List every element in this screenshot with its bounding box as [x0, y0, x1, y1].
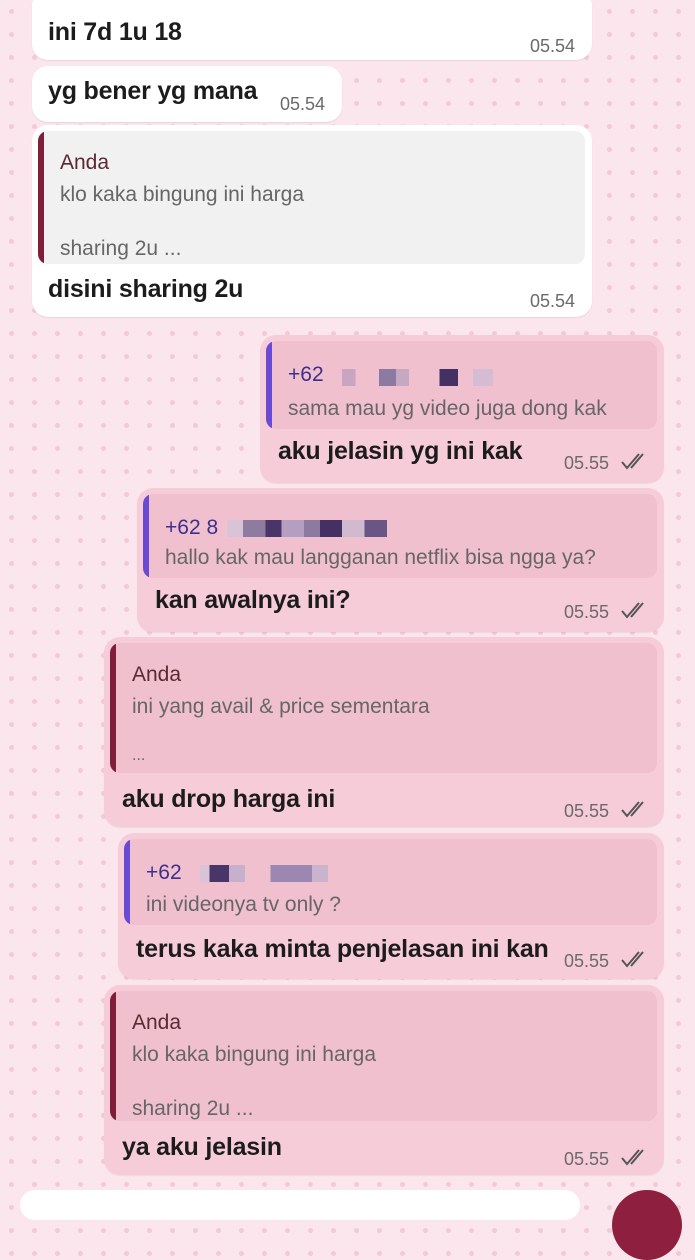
quote-bar	[266, 341, 272, 429]
quote-author: +62	[288, 363, 324, 386]
quoted-message[interactable]: +62 sama mau yg video juga dong kak	[266, 341, 657, 429]
send-icon[interactable]	[612, 1190, 682, 1260]
redacted-number	[342, 369, 510, 386]
quote-bar	[110, 991, 116, 1121]
message-time: 05.55	[564, 602, 610, 622]
message-time: 05.54	[530, 291, 576, 311]
quote-author: Anda	[60, 151, 110, 174]
quote-text: hallo kak mau langganan netflix bisa ngg…	[165, 546, 596, 569]
quote-text: sharing 2u ...	[132, 1097, 254, 1120]
message-text: ya aku jelasin	[122, 1133, 282, 1161]
quote-bar	[110, 643, 116, 773]
quoted-message[interactable]: Anda klo kaka bingung ini harga sharing …	[110, 991, 657, 1121]
message-text: ini 7d 1u 18	[48, 18, 182, 46]
message-bubble-outgoing[interactable]: Anda klo kaka bingung ini harga sharing …	[104, 985, 664, 1175]
double-check-icon	[621, 951, 644, 968]
double-check-icon	[621, 602, 644, 619]
quote-bar	[124, 839, 130, 925]
redacted-number	[200, 865, 360, 882]
message-text: aku jelasin yg ini kak	[278, 437, 523, 465]
message-text: yg bener yg mana	[48, 77, 258, 105]
message-text: kan awalnya ini?	[155, 586, 351, 614]
quote-text: sama mau yg video juga dong kak	[288, 397, 607, 420]
message-bubble-incoming[interactable]: Anda klo kaka bingung ini harga sharing …	[32, 125, 592, 317]
quote-author: +62	[146, 861, 182, 884]
quote-author: +62 8	[165, 516, 219, 539]
redacted-number	[227, 520, 387, 537]
message-time: 05.55	[564, 951, 610, 971]
message-bubble-outgoing[interactable]: Anda ini yang avail & price sementara ..…	[104, 637, 664, 827]
message-bubble-incoming[interactable]: yg bener yg mana 05.54	[32, 66, 342, 122]
message-bubble-outgoing[interactable]: +62 8 hallo kak mau langganan netflix bi…	[137, 488, 664, 632]
quoted-message[interactable]: +62 ini videonya tv only ?	[124, 839, 657, 925]
message-time: 05.55	[564, 1149, 610, 1169]
double-check-icon	[621, 801, 644, 818]
message-text: disini sharing 2u	[48, 275, 244, 303]
message-time: 05.54	[280, 94, 326, 114]
quoted-message[interactable]: +62 8 hallo kak mau langganan netflix bi…	[143, 494, 657, 578]
quote-text: sharing 2u ...	[60, 237, 182, 260]
message-bubble-outgoing[interactable]: +62 ini videonya tv only ? terus kaka mi…	[118, 833, 664, 979]
message-time: 05.54	[530, 36, 576, 56]
message-time: 05.55	[564, 801, 610, 821]
message-input-bar[interactable]	[20, 1190, 580, 1220]
message-time: 05.55	[564, 453, 610, 473]
double-check-icon	[621, 1149, 644, 1166]
quote-author: Anda	[132, 663, 182, 686]
quote-bar	[38, 131, 44, 264]
double-check-icon	[621, 453, 644, 470]
quote-bar	[143, 494, 149, 578]
message-bubble-incoming[interactable]: ini 7d 1u 18 05.54	[32, 0, 592, 60]
message-text: aku drop harga ini	[122, 785, 336, 813]
quote-text: ...	[132, 747, 146, 764]
message-text: terus kaka minta penjelasan ini kan	[136, 935, 549, 963]
quote-text: klo kaka bingung ini harga	[132, 1043, 377, 1066]
quoted-message[interactable]: Anda ini yang avail & price sementara ..…	[110, 643, 657, 773]
quote-text: ini videonya tv only ?	[146, 893, 341, 916]
quote-author: Anda	[132, 1011, 182, 1034]
quote-text: ini yang avail & price sementara	[132, 695, 430, 718]
message-bubble-outgoing[interactable]: +62 sama mau yg video juga dong kak aku …	[260, 335, 664, 483]
quoted-message[interactable]: Anda klo kaka bingung ini harga sharing …	[38, 131, 585, 264]
quote-text: klo kaka bingung ini harga	[60, 183, 305, 206]
